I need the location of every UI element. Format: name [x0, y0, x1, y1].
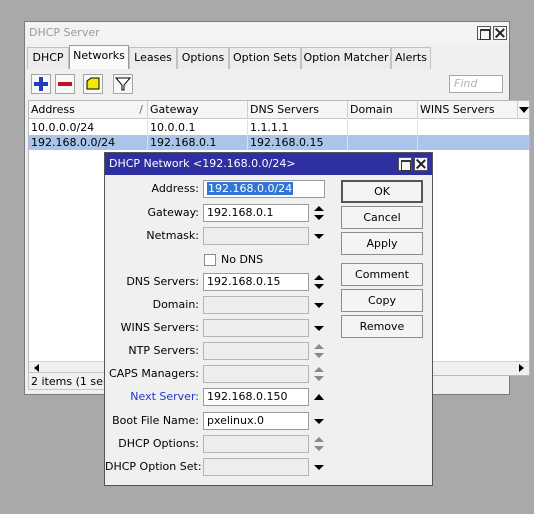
tab-option-matcher[interactable]: Option Matcher [301, 47, 391, 69]
dns-servers-label: DNS Servers: [126, 275, 199, 288]
domain-dropdown-icon[interactable] [313, 296, 325, 314]
tab-alerts[interactable]: Alerts [391, 47, 431, 69]
dhcp-options-field[interactable] [203, 435, 309, 453]
chevron-down-icon [519, 107, 529, 113]
column-header-gateway[interactable]: Gateway [148, 101, 248, 119]
tab-dhcp[interactable]: DHCP [27, 47, 69, 69]
ok-button[interactable]: OK [341, 180, 423, 203]
dhcp-network-dialog: DHCP Network <192.168.0.0/24> Address: 1… [104, 152, 433, 486]
caps-managers-field[interactable] [203, 365, 309, 383]
dialog-maximize-button[interactable] [398, 157, 412, 171]
no-dns-checkbox[interactable] [204, 254, 216, 266]
next-server-field[interactable]: 192.168.0.150 [203, 388, 309, 406]
gateway-field[interactable]: 192.168.0.1 [203, 204, 309, 222]
next-server-label: Next Server: [130, 390, 199, 403]
dhcp-option-set-dropdown-icon[interactable] [313, 458, 325, 476]
columns-menu-button[interactable] [518, 101, 529, 119]
ntp-servers-field[interactable] [203, 342, 309, 360]
comment-tool-button[interactable] [83, 74, 103, 94]
dialog-form: Address: 192.168.0.0/24 Gateway: 192.168… [105, 153, 335, 487]
table-row-selected[interactable]: 192.168.0.0/24 192.168.0.1 192.168.0.15 [29, 135, 529, 150]
minus-icon [58, 82, 72, 86]
domain-field[interactable] [203, 296, 309, 314]
boot-file-name-dropdown-icon[interactable] [313, 412, 325, 430]
table-row[interactable]: 10.0.0.0/24 10.0.0.1 1.1.1.1 [29, 120, 529, 135]
apply-button[interactable]: Apply [341, 232, 423, 255]
remove-button[interactable] [55, 74, 75, 94]
wins-servers-field[interactable] [203, 319, 309, 337]
ntp-servers-updown-icon[interactable] [313, 342, 325, 360]
next-server-collapse-icon[interactable] [313, 388, 325, 406]
close-button[interactable] [493, 26, 507, 40]
netmask-label: Netmask: [146, 229, 199, 242]
dns-servers-updown-icon[interactable] [313, 273, 325, 291]
main-window-titlebar[interactable]: DHCP Server [25, 22, 509, 44]
table-header: Address / Gateway DNS Servers Domain WINS… [29, 101, 529, 119]
filter-icon [114, 77, 132, 91]
netmask-select[interactable] [203, 227, 309, 245]
caps-managers-updown-icon[interactable] [313, 365, 325, 383]
column-header-address[interactable]: Address / [29, 101, 148, 119]
no-dns-label: No DNS [221, 253, 264, 266]
scroll-right-icon[interactable] [515, 362, 527, 374]
main-window-title: DHCP Server [29, 26, 100, 39]
gateway-updown-icon[interactable] [313, 204, 325, 222]
dialog-close-button[interactable] [414, 157, 428, 171]
dhcp-option-set-label: DHCP Option Set: [105, 460, 202, 473]
ntp-servers-label: NTP Servers: [128, 344, 199, 357]
caps-managers-label: CAPS Managers: [109, 367, 199, 380]
column-header-dns-servers[interactable]: DNS Servers [248, 101, 348, 119]
netmask-dropdown-icon[interactable] [313, 227, 325, 245]
boot-file-name-label: Boot File Name: [112, 414, 199, 427]
maximize-button[interactable] [477, 26, 491, 40]
remove-button-dialog[interactable]: Remove [341, 315, 423, 338]
sort-indicator: / [139, 103, 143, 116]
wins-servers-dropdown-icon[interactable] [313, 319, 325, 337]
copy-button[interactable]: Copy [341, 289, 423, 312]
address-label: Address: [151, 182, 199, 195]
dns-servers-field[interactable]: 192.168.0.15 [203, 273, 309, 291]
dhcp-options-label: DHCP Options: [118, 437, 199, 450]
tab-networks[interactable]: Networks [69, 45, 129, 69]
boot-file-name-field[interactable]: pxelinux.0 [203, 412, 309, 430]
gateway-label: Gateway: [147, 206, 200, 219]
comment-button[interactable]: Comment [341, 263, 423, 286]
note-icon [86, 77, 100, 90]
find-input[interactable]: Find [449, 75, 503, 93]
domain-label: Domain: [152, 298, 199, 311]
wins-servers-label: WINS Servers: [120, 321, 199, 334]
dhcp-options-updown-icon[interactable] [313, 435, 325, 453]
dhcp-option-set-field[interactable] [203, 458, 309, 476]
column-header-domain[interactable]: Domain [348, 101, 418, 119]
cancel-button[interactable]: Cancel [341, 206, 423, 229]
address-field[interactable]: 192.168.0.0/24 [203, 180, 325, 198]
add-button[interactable] [31, 74, 51, 94]
filter-button[interactable] [113, 74, 133, 94]
tab-leases[interactable]: Leases [129, 47, 177, 69]
column-header-wins-servers[interactable]: WINS Servers [418, 101, 518, 119]
plus-icon [34, 77, 48, 91]
tab-options[interactable]: Options [177, 47, 229, 69]
tab-option-sets[interactable]: Option Sets [229, 47, 301, 69]
